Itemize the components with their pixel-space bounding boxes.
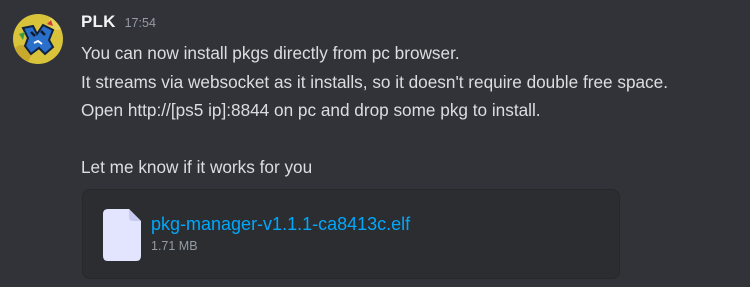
- message-line: You can now install pkgs directly from p…: [81, 43, 460, 63]
- message-line: Open http://[ps5 ip]:8844 on pc and drop…: [81, 100, 541, 120]
- user-avatar[interactable]: [13, 14, 63, 64]
- message-content: You can now install pkgs directly from p…: [81, 39, 746, 182]
- message-line-blank: [81, 125, 746, 154]
- timestamp[interactable]: 17:54: [125, 16, 156, 30]
- file-icon: [103, 209, 141, 261]
- file-attachment[interactable]: pkg-manager-v1.1.1-ca8413c.elf 1.71 MB: [82, 189, 620, 279]
- message-line: Let me know if it works for you: [81, 157, 313, 177]
- message-line: It streams via websocket as it installs,…: [81, 71, 668, 92]
- file-size: 1.71 MB: [151, 239, 198, 253]
- username[interactable]: PLK: [81, 12, 116, 32]
- file-name-link[interactable]: pkg-manager-v1.1.1-ca8413c.elf: [151, 212, 410, 236]
- blue-creature-avatar-icon: [13, 14, 63, 64]
- message-header: PLK 17:54: [81, 12, 156, 36]
- chat-message: PLK 17:54 You can now install pkgs direc…: [0, 0, 750, 287]
